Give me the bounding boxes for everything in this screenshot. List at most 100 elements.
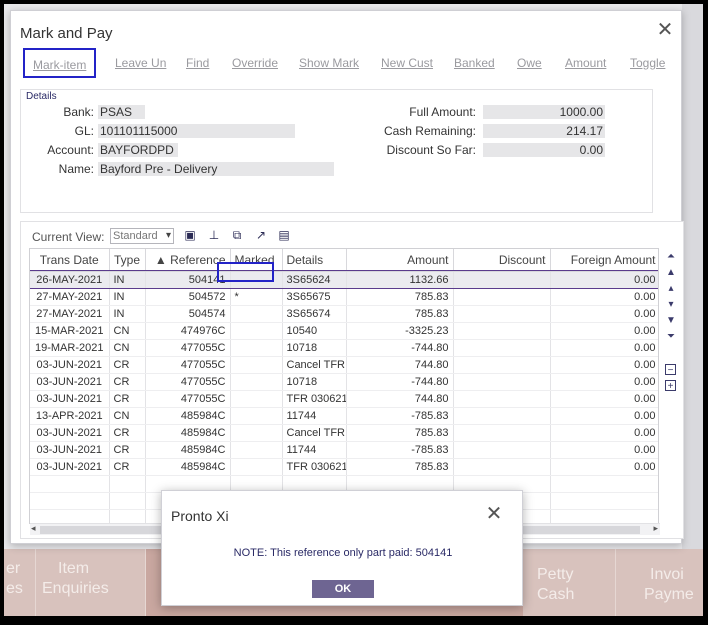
cell-reference[interactable]: 504574 bbox=[145, 305, 231, 323]
cell-type[interactable]: CR bbox=[109, 424, 146, 442]
cell-amount[interactable]: 1132.66 bbox=[346, 271, 454, 289]
col-reference[interactable]: ▲ Reference bbox=[145, 249, 231, 272]
mark-item-button[interactable]: Mark-item bbox=[23, 48, 97, 78]
cell-reference[interactable]: 485984C bbox=[145, 424, 231, 442]
cell-reference[interactable]: 485984C bbox=[145, 407, 231, 425]
cell-amount[interactable]: 744.80 bbox=[346, 356, 454, 374]
cell-marked[interactable] bbox=[230, 305, 283, 323]
cell-discount[interactable] bbox=[453, 373, 551, 391]
cell-marked[interactable] bbox=[230, 407, 283, 425]
cell-discount[interactable] bbox=[453, 390, 551, 408]
cell-discount[interactable] bbox=[453, 407, 551, 425]
table-row[interactable]: 03-JUN-2021 CR 477055C 10718 -744.80 0.00 bbox=[30, 373, 658, 391]
cell-marked[interactable] bbox=[230, 390, 283, 408]
cell-discount[interactable] bbox=[453, 458, 551, 476]
banked-button[interactable]: Banked bbox=[454, 48, 495, 78]
cell-amount[interactable]: 785.83 bbox=[346, 424, 454, 442]
table-row[interactable]: 27-MAY-2021 IN 504572 * 3S65675 785.83 0.00 bbox=[30, 288, 658, 306]
cell-discount[interactable] bbox=[453, 424, 551, 442]
toggle-button[interactable]: Toggle bbox=[630, 48, 665, 78]
cell-details[interactable]: 10718 bbox=[282, 339, 347, 357]
cell-marked[interactable] bbox=[230, 356, 283, 374]
cell-trans-date[interactable]: 03-JUN-2021 bbox=[30, 424, 110, 442]
cell-reference[interactable]: 474976C bbox=[145, 322, 231, 340]
table-row[interactable]: 03-JUN-2021 CR 485984C 11744 -785.83 0.00 bbox=[30, 441, 658, 459]
cell-discount[interactable] bbox=[453, 356, 551, 374]
cell-details[interactable]: 10540 bbox=[282, 322, 347, 340]
cell-trans-date[interactable]: 13-APR-2021 bbox=[30, 407, 110, 425]
cell-foreign-amount[interactable]: 0.00 bbox=[550, 424, 658, 442]
col-discount[interactable]: Discount bbox=[453, 249, 551, 272]
cell-marked[interactable] bbox=[230, 322, 283, 340]
cell-type[interactable]: CR bbox=[109, 458, 146, 476]
cell-trans-date[interactable]: 15-MAR-2021 bbox=[30, 322, 110, 340]
close-icon[interactable]: ✕ bbox=[484, 504, 504, 525]
col-type[interactable]: Type bbox=[109, 249, 146, 272]
cell-foreign-amount[interactable]: 0.00 bbox=[550, 407, 658, 425]
amount-button[interactable]: Amount bbox=[565, 48, 606, 78]
cell-type[interactable]: IN bbox=[109, 305, 146, 323]
cell-reference[interactable]: 485984C bbox=[145, 458, 231, 476]
table-row[interactable]: 13-APR-2021 CN 485984C 11744 -785.83 0.00 bbox=[30, 407, 658, 425]
cell-foreign-amount[interactable]: 0.00 bbox=[550, 339, 658, 357]
cell-trans-date[interactable]: 03-JUN-2021 bbox=[30, 441, 110, 459]
page-up-icon[interactable]: ▲ bbox=[664, 266, 678, 279]
cell-marked[interactable] bbox=[230, 441, 283, 459]
table-row[interactable]: 03-JUN-2021CR477055C TFR 030621b744.80 0.0… bbox=[30, 390, 658, 408]
cell-discount[interactable] bbox=[453, 288, 551, 306]
cell-details[interactable]: 3S65674 bbox=[282, 305, 347, 323]
cell-marked[interactable] bbox=[230, 339, 283, 357]
cell-trans-date[interactable]: 26-MAY-2021 bbox=[30, 271, 110, 289]
cell-details[interactable]: 11744 bbox=[282, 407, 347, 425]
leave-un-button[interactable]: Leave Un bbox=[115, 48, 166, 78]
cell-type[interactable]: CN bbox=[109, 407, 146, 425]
cell-marked[interactable] bbox=[230, 458, 283, 476]
find-button[interactable]: Find bbox=[186, 48, 209, 78]
cell-reference[interactable]: 485984C bbox=[145, 441, 231, 459]
ok-button[interactable]: OK bbox=[312, 580, 374, 598]
cell-details[interactable]: TFR 030621b bbox=[282, 390, 347, 408]
cell-amount[interactable]: -785.83 bbox=[346, 441, 454, 459]
table-row[interactable]: 19-MAR-2021 CN 477055C 10718 -744.80 0.00 bbox=[30, 339, 658, 357]
cell-foreign-amount[interactable]: 0.00 bbox=[550, 288, 658, 306]
col-marked[interactable]: Marked bbox=[230, 249, 283, 272]
cell-details[interactable]: TFR 030621b bbox=[282, 458, 347, 476]
cell-trans-date[interactable]: 03-JUN-2021 bbox=[30, 390, 110, 408]
expand-icon[interactable]: + bbox=[665, 380, 676, 392]
cell-trans-date[interactable]: 27-MAY-2021 bbox=[30, 288, 110, 306]
page-down-icon[interactable]: ▼ bbox=[664, 314, 678, 327]
cell-foreign-amount[interactable]: 0.00 bbox=[550, 441, 658, 459]
cell-details[interactable]: 3S65675 bbox=[282, 288, 347, 306]
close-icon[interactable]: ✕ bbox=[655, 20, 675, 40]
collapse-icon[interactable]: − bbox=[665, 364, 676, 376]
cell-amount[interactable]: -744.80 bbox=[346, 339, 454, 357]
cell-discount[interactable] bbox=[453, 271, 551, 289]
last-page-icon[interactable]: ⏷ bbox=[664, 330, 678, 343]
show-mark-button[interactable]: Show Mark bbox=[299, 48, 359, 78]
cell-reference[interactable]: 477055C bbox=[145, 390, 231, 408]
cell-foreign-amount[interactable]: 0.00 bbox=[550, 271, 658, 289]
cell-reference[interactable]: 504572 bbox=[145, 288, 231, 306]
cell-amount[interactable]: -3325.23 bbox=[346, 322, 454, 340]
cell-discount[interactable] bbox=[453, 339, 551, 357]
owe-button[interactable]: Owe bbox=[517, 48, 542, 78]
table-row[interactable]: 26-MAY-2021 IN 504141 3S65624 1132.66 0.00 bbox=[30, 270, 658, 289]
cell-marked[interactable] bbox=[230, 271, 283, 289]
first-page-icon[interactable]: ⏶ bbox=[664, 250, 678, 263]
cell-amount[interactable]: -785.83 bbox=[346, 407, 454, 425]
cell-foreign-amount[interactable]: 0.00 bbox=[550, 458, 658, 476]
cell-amount[interactable]: 785.83 bbox=[346, 288, 454, 306]
new-cust-button[interactable]: New Cust bbox=[381, 48, 433, 78]
cell-reference[interactable]: 477055C bbox=[145, 339, 231, 357]
cell-details[interactable]: 11744 bbox=[282, 441, 347, 459]
col-foreign-amount[interactable]: Foreign Amount bbox=[550, 249, 658, 272]
col-trans-date[interactable]: Trans Date bbox=[30, 249, 110, 272]
cell-reference[interactable]: 477055C bbox=[145, 373, 231, 391]
table-row[interactable]: 03-JUN-2021CR485984C Cancel TFR 0785.83 0.… bbox=[30, 424, 658, 442]
cell-trans-date[interactable]: 19-MAR-2021 bbox=[30, 339, 110, 357]
scroll-right-icon[interactable]: ▸ bbox=[653, 523, 658, 534]
cell-details[interactable]: Cancel TFR 0 bbox=[282, 356, 347, 374]
col-details[interactable]: Details bbox=[282, 249, 347, 272]
popout-icon[interactable]: ↗ bbox=[254, 228, 268, 242]
current-view-select[interactable]: Standard ▾ bbox=[110, 228, 174, 244]
